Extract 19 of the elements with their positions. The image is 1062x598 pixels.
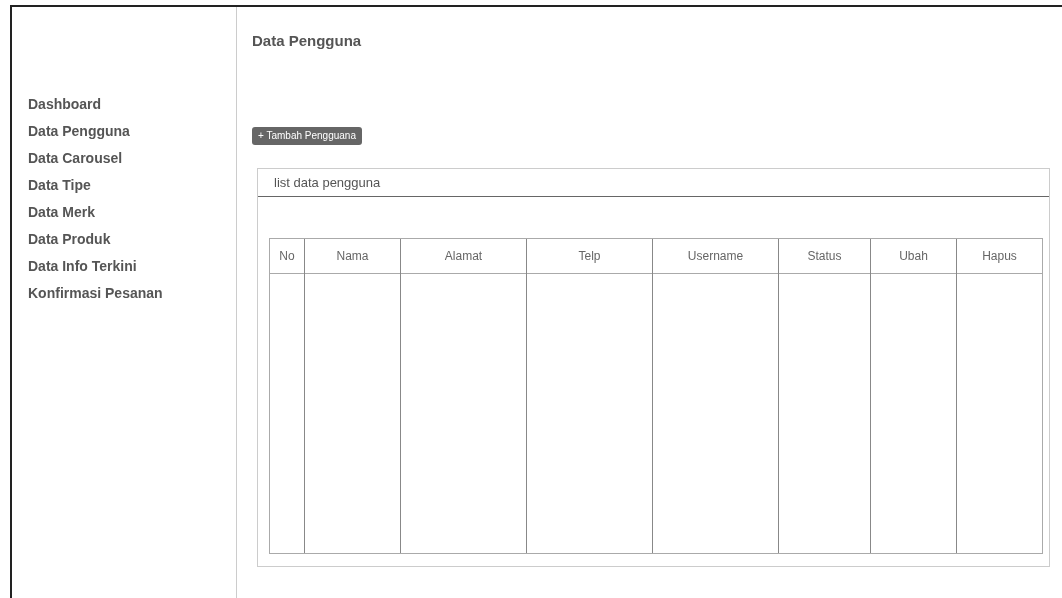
column-header: No bbox=[279, 248, 295, 265]
column-header: Hapus bbox=[982, 248, 1017, 265]
column-header: Ubah bbox=[899, 248, 928, 265]
page-title: Data Pengguna bbox=[252, 31, 362, 51]
sidebar-item[interactable]: Konfirmasi Pesanan bbox=[28, 284, 163, 303]
sidebar-item[interactable]: Data Tipe bbox=[28, 176, 91, 195]
column-header: Nama bbox=[336, 248, 369, 265]
sidebar-item[interactable]: Data Merk bbox=[28, 203, 95, 222]
sidebar-item[interactable]: Data Pengguna bbox=[28, 122, 130, 141]
sidebar-item[interactable]: Dashboard bbox=[28, 95, 102, 114]
column-header: Telp bbox=[578, 248, 601, 265]
sidebar-item[interactable]: Data Produk bbox=[28, 230, 111, 249]
add-button[interactable]: + Tambah Pengguana bbox=[252, 127, 362, 145]
column-header: Alamat bbox=[444, 248, 483, 265]
card-title: list data pengguna bbox=[274, 173, 381, 192]
column-header: Status bbox=[807, 248, 842, 265]
column-header: Username bbox=[687, 248, 744, 265]
sidebar-item[interactable]: Data Info Terkini bbox=[28, 257, 137, 276]
sidebar-item[interactable]: Data Carousel bbox=[28, 149, 123, 168]
